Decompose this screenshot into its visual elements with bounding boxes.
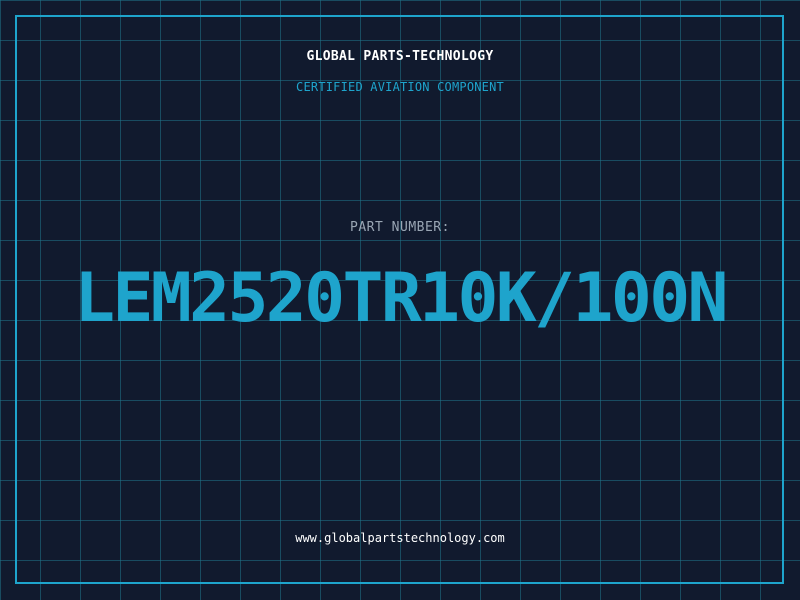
part-card: GLOBAL PARTS-TECHNOLOGY CERTIFIED AVIATI… bbox=[0, 0, 800, 600]
certification-tagline: CERTIFIED AVIATION COMPONENT bbox=[296, 80, 504, 94]
part-number-label: PART NUMBER: bbox=[350, 220, 450, 235]
part-number-value: LEM2520TR10K/100N bbox=[74, 259, 728, 338]
brand-name: GLOBAL PARTS-TECHNOLOGY bbox=[306, 49, 494, 64]
website-url: www.globalpartstechnology.com bbox=[295, 531, 505, 545]
